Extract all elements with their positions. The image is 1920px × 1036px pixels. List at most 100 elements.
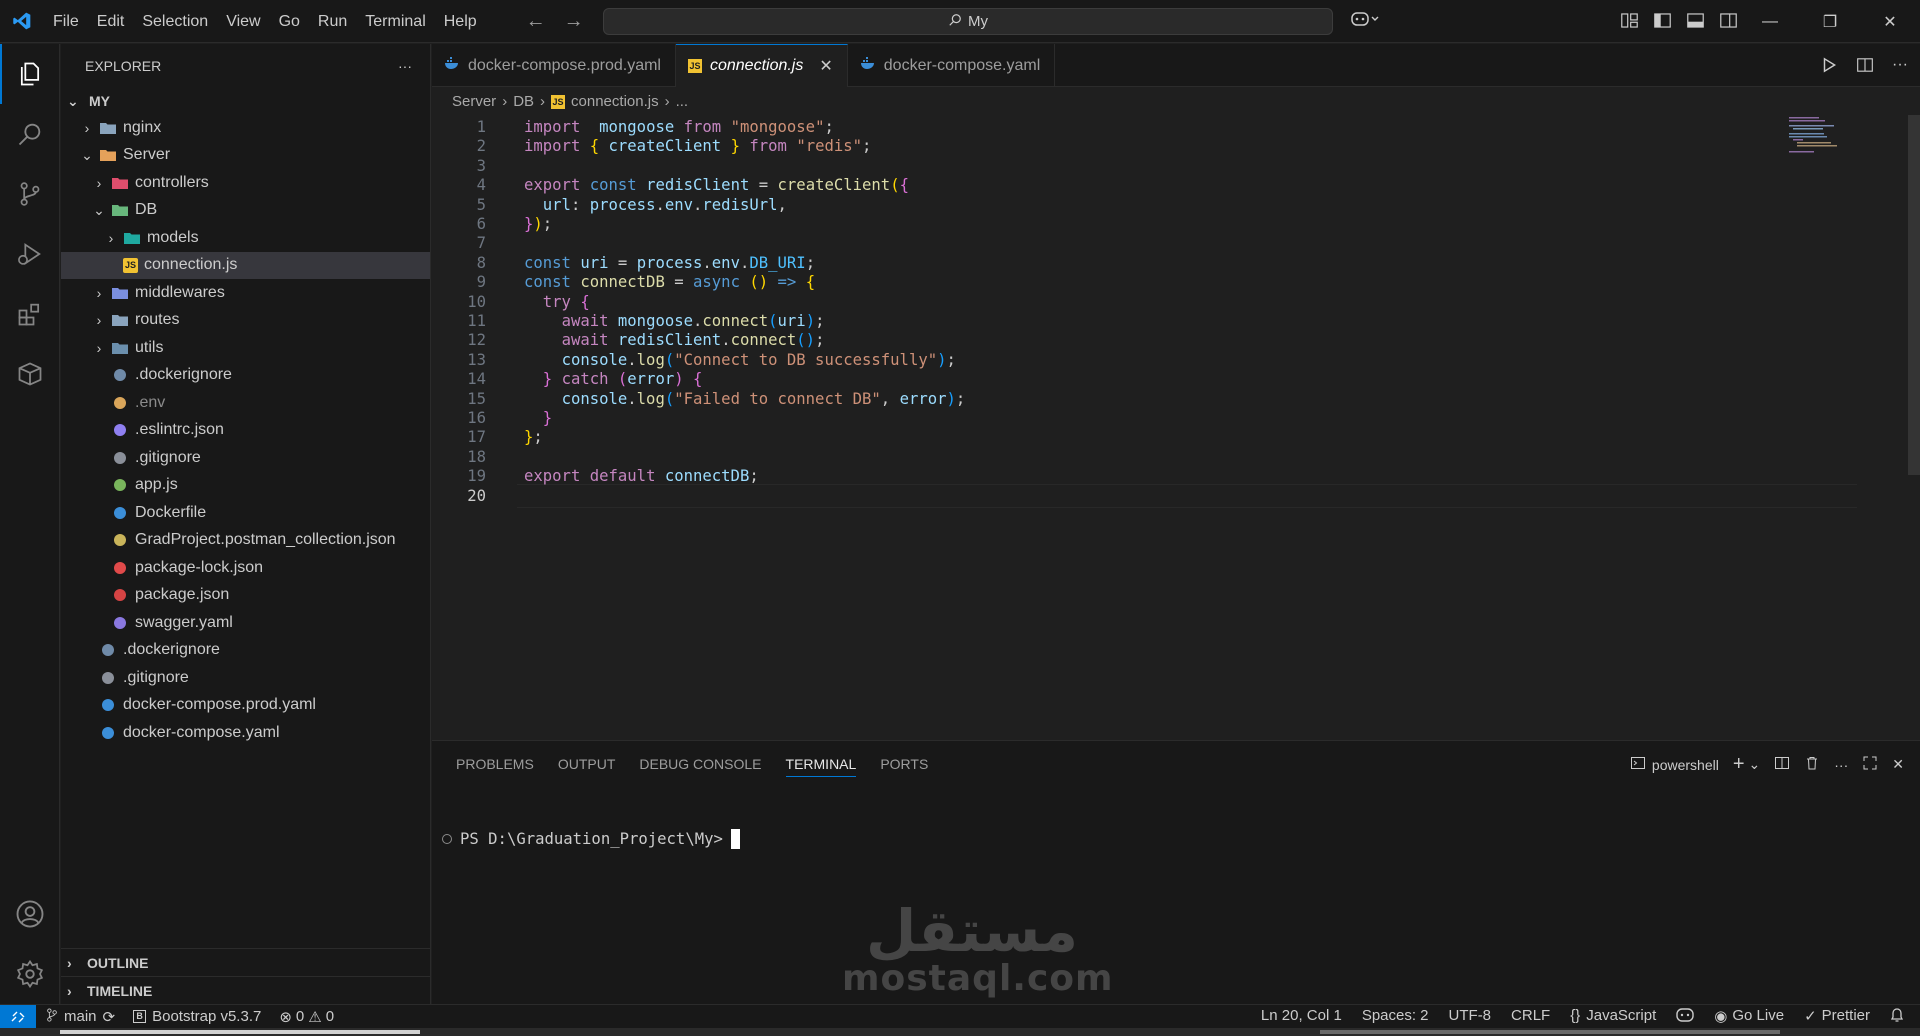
remote-indicator-icon[interactable] [0,1004,36,1029]
chevron-down-icon[interactable]: ⌄ [1749,756,1761,773]
explorer-icon[interactable] [0,44,60,104]
tree-item[interactable]: package-lock.json [61,554,430,582]
toggle-panel-icon[interactable] [1686,11,1705,30]
back-arrow-icon[interactable]: ← [526,10,546,33]
tree-item[interactable]: .dockerignore [61,362,430,390]
tree-item[interactable]: › nginx [61,114,430,142]
tree-item[interactable]: .eslintrc.json [61,417,430,445]
menu-item-terminal[interactable]: Terminal [356,0,434,43]
more-actions-icon[interactable]: ··· [398,58,412,74]
more-actions-icon[interactable]: ··· [1834,757,1848,773]
editor-tab[interactable]: JS connection.js ✕ [675,44,848,87]
tree-item[interactable]: ⌄ Server [61,142,430,170]
new-terminal-icon[interactable]: + [1733,753,1745,776]
panel-tab-debug-console[interactable]: DEBUG CONSOLE [627,741,773,786]
command-center-search[interactable]: My [603,8,1333,35]
account-icon[interactable] [0,884,60,944]
tree-item[interactable]: › models [61,224,430,252]
minimap[interactable] [1789,115,1899,155]
forward-arrow-icon[interactable]: → [564,10,584,33]
panel-tab-output[interactable]: OUTPUT [546,741,628,786]
tree-item[interactable]: docker-compose.yaml [61,719,430,747]
workspace-root[interactable]: ⌄ MY [61,88,430,114]
bootstrap-status[interactable]: B Bootstrap v5.3.7 [133,1008,261,1026]
menu-item-run[interactable]: Run [309,0,356,43]
sync-icon[interactable]: ⟳ [103,1008,116,1026]
search-view-icon[interactable] [0,104,60,164]
tree-item[interactable]: Dockerfile [61,499,430,527]
close-tab-icon[interactable]: ✕ [819,56,832,76]
toggle-primary-sidebar-icon[interactable] [1653,11,1672,30]
outline-section[interactable]: › OUTLINE [61,948,431,976]
tree-item[interactable]: JS connection.js [61,251,430,279]
editor-tab[interactable]: docker-compose.prod.yaml [432,44,676,87]
branch-status[interactable]: main ⟳ [46,1007,116,1026]
prettier-status[interactable]: ✓ Prettier [1804,1007,1870,1027]
close-panel-icon[interactable]: ✕ [1892,756,1904,773]
breadcrumb-server[interactable]: Server [452,93,496,110]
menu-item-edit[interactable]: Edit [88,0,134,43]
toggle-secondary-sidebar-icon[interactable] [1719,11,1738,30]
tree-item[interactable]: › middlewares [61,279,430,307]
breadcrumb-file[interactable]: connection.js [571,93,659,110]
run-debug-icon[interactable] [0,224,60,284]
line-ending[interactable]: CRLF [1511,1007,1550,1027]
menu-item-view[interactable]: View [217,0,269,43]
tree-item[interactable]: .gitignore [61,444,430,472]
copilot-icon[interactable] [1350,10,1380,33]
tree-item[interactable]: docker-compose.prod.yaml [61,692,430,720]
panel-tab-terminal[interactable]: TERMINAL [774,741,869,786]
code-editor[interactable]: 1 import mongoose from "mongoose"; 2 import… [432,115,1920,740]
scrollbar-thumb[interactable] [1908,115,1920,475]
breadcrumb-db[interactable]: DB [513,93,534,110]
source-control-icon[interactable] [0,164,60,224]
trash-icon[interactable] [1804,755,1820,774]
encoding[interactable]: UTF-8 [1449,1007,1492,1027]
terminal-output[interactable]: PS D:\Graduation_Project\My> [442,829,740,849]
split-terminal-icon[interactable] [1774,755,1790,774]
editor-scrollbar[interactable] [1906,115,1920,740]
menu-item-go[interactable]: Go [270,0,309,43]
cursor-position[interactable]: Ln 20, Col 1 [1261,1007,1342,1027]
more-actions-icon[interactable]: ··· [1892,56,1908,79]
language-mode[interactable]: {} JavaScript [1570,1007,1656,1027]
notifications-bell-icon[interactable] [1890,1007,1904,1027]
menu-item-selection[interactable]: Selection [133,0,217,43]
tree-item[interactable]: app.js [61,472,430,500]
tree-item[interactable]: › routes [61,307,430,335]
close-window-icon[interactable]: ✕ [1860,0,1920,43]
restore-icon[interactable]: ❐ [1800,0,1860,43]
editor-tab[interactable]: docker-compose.yaml [848,44,1056,87]
settings-gear-icon[interactable] [0,944,60,1004]
tree-item[interactable]: .gitignore [61,664,430,692]
timeline-section[interactable]: › TIMELINE [61,976,431,1004]
menu-item-help[interactable]: Help [435,0,486,43]
tree-item[interactable]: package.json [61,582,430,610]
copilot-status-icon[interactable] [1676,1007,1694,1027]
terminal-shell-label[interactable]: powershell [1652,757,1719,773]
maximize-panel-icon[interactable] [1862,755,1878,774]
code-token: { [693,370,703,389]
tree-item[interactable]: › controllers [61,169,430,197]
tree-item[interactable]: GradProject.postman_collection.json [61,527,430,555]
code-text: }); [524,212,552,236]
code-token: console [561,389,628,408]
menu-item-file[interactable]: File [44,0,88,43]
run-file-icon[interactable] [1820,56,1838,79]
problems-status[interactable]: ⊗ 0 ⚠ 0 [279,1008,334,1026]
split-editor-icon[interactable] [1856,56,1874,79]
breadcrumb-symbol[interactable]: ... [676,93,689,110]
panel-tab-problems[interactable]: PROBLEMS [444,741,546,786]
tree-item[interactable]: .dockerignore [61,637,430,665]
go-live-status[interactable]: ◉ Go Live [1714,1007,1784,1027]
indentation[interactable]: Spaces: 2 [1362,1007,1429,1027]
minimize-icon[interactable]: — [1740,0,1800,43]
tree-item[interactable]: › utils [61,334,430,362]
tree-item[interactable]: .env [61,389,430,417]
tree-item[interactable]: swagger.yaml [61,609,430,637]
containers-icon[interactable] [0,344,60,404]
customize-layout-icon[interactable] [1620,11,1639,30]
tree-item[interactable]: ⌄ DB [61,197,430,225]
extensions-icon[interactable] [0,284,60,344]
panel-tab-ports[interactable]: PORTS [868,741,940,786]
